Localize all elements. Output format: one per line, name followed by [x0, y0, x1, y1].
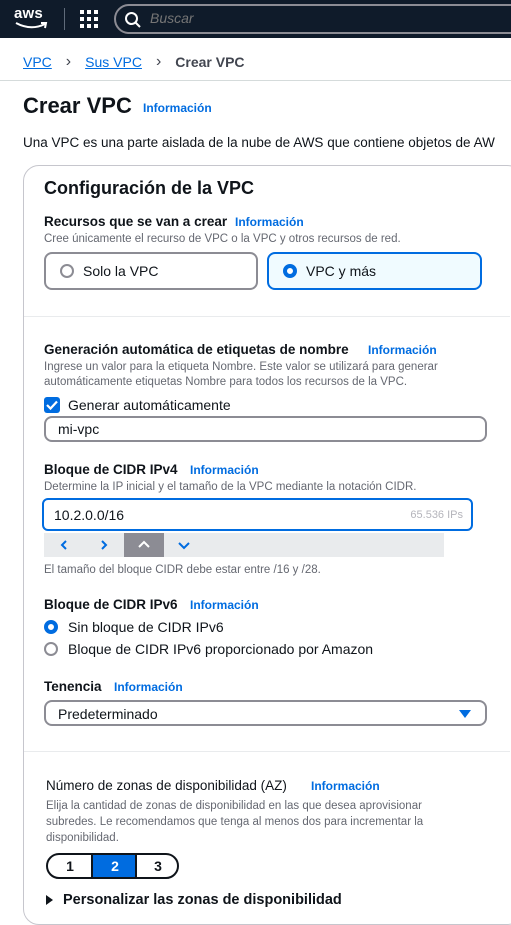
ipv4-label: Bloque de CIDR IPv4: [44, 462, 178, 477]
tenancy-select[interactable]: Predeterminado: [44, 700, 487, 726]
cidr-next-button[interactable]: [84, 533, 124, 557]
az-option-2[interactable]: 2: [93, 855, 137, 877]
tenancy-value: Predeterminado: [58, 706, 158, 722]
caret-right-icon: [46, 895, 53, 905]
chevron-left-icon: [60, 540, 67, 550]
radio-vpc-and-more[interactable]: [283, 264, 297, 278]
chevron-right-icon: ›: [155, 53, 162, 70]
breadcrumb-vpc[interactable]: VPC: [23, 54, 52, 70]
ipv4-ip-count: 65.536 IPs: [410, 509, 463, 521]
page-info-link[interactable]: Información: [143, 101, 212, 115]
name-tag-info-link[interactable]: Información: [368, 343, 437, 357]
search-icon: [125, 12, 141, 28]
name-tag-hint-line1: Ingrese un valor para la etiqueta Nombre…: [44, 361, 438, 373]
breadcrumb-divider: [0, 80, 511, 81]
checkmark-icon: [46, 400, 58, 411]
option-vpc-only-label: Solo la VPC: [83, 263, 159, 279]
page-title: Crear VPC: [23, 93, 132, 118]
section-divider: [24, 751, 510, 752]
aws-smile-icon: [15, 22, 48, 29]
no-ipv6-label[interactable]: Sin bloque de CIDR IPv6: [68, 619, 224, 635]
option-vpc-only[interactable]: Solo la VPC: [44, 252, 258, 290]
search-input[interactable]: [150, 10, 450, 26]
ipv4-constraint: El tamaño del bloque CIDR debe estar ent…: [44, 564, 321, 576]
chevron-right-icon: ›: [65, 53, 72, 70]
services-grid-icon[interactable]: [80, 10, 98, 28]
ipv4-cidr-value: 10.2.0.0/16: [54, 507, 125, 523]
radio-vpc-only[interactable]: [60, 264, 74, 278]
aws-logo-text: aws: [14, 5, 43, 22]
chevron-right-icon: [101, 540, 108, 550]
az-label: Número de zonas de disponibilidad (AZ): [46, 778, 287, 793]
az-hint-line1: Elija la cantidad de zonas de disponibil…: [46, 800, 422, 812]
cidr-prev-button[interactable]: [44, 533, 84, 557]
caret-down-icon: [459, 710, 471, 718]
ipv4-hint: Determine la IP inicial y el tamaño de l…: [44, 481, 417, 493]
top-nav: aws: [0, 0, 511, 38]
tenancy-info-link[interactable]: Información: [114, 680, 183, 694]
ipv4-info-link[interactable]: Información: [190, 463, 259, 477]
radio-amazon-ipv6[interactable]: [44, 642, 58, 656]
option-vpc-and-more-label: VPC y más: [306, 263, 377, 279]
option-vpc-and-more[interactable]: VPC y más: [267, 252, 482, 290]
aws-logo[interactable]: aws: [14, 5, 50, 31]
nav-separator: [64, 8, 65, 30]
az-count-segmented: 1 2 3: [46, 853, 179, 879]
amazon-ipv6-label[interactable]: Bloque de CIDR IPv6 proporcionado por Am…: [68, 641, 373, 657]
breadcrumb-current: Crear VPC: [175, 54, 245, 70]
radio-no-ipv6[interactable]: [44, 620, 58, 634]
ipv6-info-link[interactable]: Información: [190, 598, 259, 612]
cidr-increment-button[interactable]: [124, 533, 164, 557]
az-hint-line3: disponibilidad.: [46, 832, 119, 844]
chevron-up-icon: [138, 540, 150, 548]
panel-title: Configuración de la VPC: [44, 178, 255, 198]
resources-label: Recursos que se van a crear: [44, 214, 228, 229]
resources-info-link[interactable]: Información: [235, 215, 304, 229]
name-tag-label: Generación automática de etiquetas de no…: [44, 342, 349, 357]
az-option-3[interactable]: 3: [136, 855, 177, 877]
chevron-down-icon: [178, 542, 190, 550]
page-description: Una VPC es una parte aislada de la nube …: [23, 135, 495, 150]
az-hint-line2: subredes. Le recomendamos que tenga al m…: [46, 816, 424, 828]
az-option-1[interactable]: 1: [48, 855, 92, 877]
az-info-link[interactable]: Información: [311, 779, 380, 793]
breadcrumb: VPC › Sus VPC › Crear VPC: [23, 53, 245, 71]
ipv4-cidr-input[interactable]: 10.2.0.0/16 65.536 IPs: [42, 498, 473, 531]
cidr-stepper: [44, 533, 444, 557]
auto-generate-checkbox[interactable]: [44, 397, 60, 413]
breadcrumb-sus-vpc[interactable]: Sus VPC: [85, 54, 142, 70]
name-tag-input[interactable]: mi-vpc: [44, 416, 487, 442]
resources-hint: Cree únicamente el recurso de VPC o la V…: [44, 233, 401, 245]
tenancy-label: Tenencia: [44, 679, 102, 694]
cidr-decrement-button[interactable]: [164, 533, 204, 557]
auto-generate-label[interactable]: Generar automáticamente: [68, 397, 231, 413]
name-tag-hint-line2: automáticamente etiquetas Nombre para to…: [44, 376, 408, 388]
customize-az-label: Personalizar las zonas de disponibilidad: [63, 892, 342, 908]
section-divider: [24, 316, 510, 317]
ipv6-label: Bloque de CIDR IPv6: [44, 597, 178, 612]
global-search[interactable]: [114, 4, 511, 34]
customize-az-expander[interactable]: Personalizar las zonas de disponibilidad: [46, 892, 342, 908]
